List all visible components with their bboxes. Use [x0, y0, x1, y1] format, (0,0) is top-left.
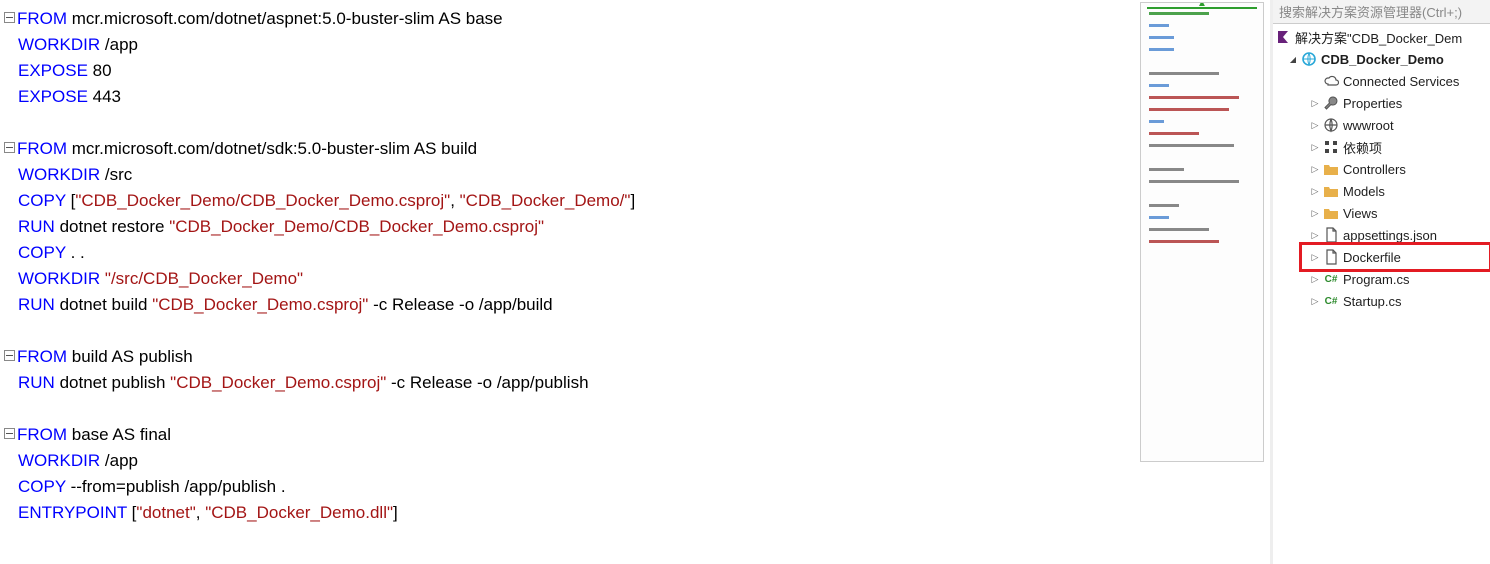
code-line[interactable]: FROM base AS final	[4, 422, 1140, 448]
code-line[interactable]: RUN dotnet publish "CDB_Docker_Demo.cspr…	[4, 370, 1140, 396]
code-line[interactable]: WORKDIR /src	[4, 162, 1140, 188]
code-editor[interactable]: FROM mcr.microsoft.com/dotnet/aspnet:5.0…	[0, 0, 1140, 564]
fold-icon[interactable]	[4, 428, 15, 439]
tree-item-appsettings-json[interactable]: appsettings.json	[1273, 224, 1490, 246]
tree-item-label: Program.cs	[1343, 272, 1409, 287]
tree-item-label: Dockerfile	[1343, 250, 1401, 265]
code-line[interactable]: FROM build AS publish	[4, 344, 1140, 370]
cloud-icon	[1323, 73, 1339, 89]
tree-item-label: Startup.cs	[1343, 294, 1402, 309]
project-icon	[1301, 51, 1317, 67]
solution-row[interactable]: 解决方案"CDB_Docker_Dem	[1273, 26, 1490, 48]
expand-icon[interactable]	[1309, 186, 1321, 197]
tree-item-views[interactable]: Views	[1273, 202, 1490, 224]
tree-item-wwwroot[interactable]: wwwroot	[1273, 114, 1490, 136]
tree-item-label: Properties	[1343, 96, 1402, 111]
tree-item-startup-cs[interactable]: C# Startup.cs	[1273, 290, 1490, 312]
expand-icon[interactable]	[1309, 252, 1321, 263]
tree-item-connected-services[interactable]: Connected Services	[1273, 70, 1490, 92]
project-label: CDB_Docker_Demo	[1321, 52, 1444, 67]
expand-icon[interactable]	[1309, 296, 1321, 307]
code-line[interactable]: COPY --from=publish /app/publish .	[4, 474, 1140, 500]
expand-icon[interactable]	[1309, 274, 1321, 285]
code-line[interactable]: WORKDIR /app	[4, 32, 1140, 58]
cs-icon: C#	[1323, 271, 1339, 287]
code-line[interactable]: RUN dotnet restore "CDB_Docker_Demo/CDB_…	[4, 214, 1140, 240]
folder-icon	[1323, 205, 1339, 221]
code-line[interactable]: EXPOSE 443	[4, 84, 1140, 110]
tree-item-properties[interactable]: Properties	[1273, 92, 1490, 114]
folder-icon	[1323, 161, 1339, 177]
code-line[interactable]	[4, 110, 1140, 136]
code-line[interactable]: WORKDIR /app	[4, 448, 1140, 474]
fold-icon[interactable]	[4, 142, 15, 153]
code-line[interactable]: COPY ["CDB_Docker_Demo/CDB_Docker_Demo.c…	[4, 188, 1140, 214]
project-row[interactable]: CDB_Docker_Demo	[1273, 48, 1490, 70]
cs-icon: C#	[1323, 293, 1339, 309]
tree-item-models[interactable]: Models	[1273, 180, 1490, 202]
tree-item-label: 依赖项	[1343, 138, 1382, 157]
file-icon	[1323, 227, 1339, 243]
file-icon	[1323, 249, 1339, 265]
minimap[interactable]: ▲	[1140, 2, 1264, 462]
tree-item-controllers[interactable]: Controllers	[1273, 158, 1490, 180]
code-line[interactable]: ENTRYPOINT ["dotnet", "CDB_Docker_Demo.d…	[4, 500, 1140, 526]
expand-icon[interactable]	[1309, 164, 1321, 175]
dep-icon	[1323, 139, 1339, 155]
globe-icon	[1323, 117, 1339, 133]
tree-item-label: Controllers	[1343, 162, 1406, 177]
folder-icon	[1323, 183, 1339, 199]
tree-item-label: wwwroot	[1343, 118, 1394, 133]
tree-item--[interactable]: 依赖项	[1273, 136, 1490, 158]
code-line[interactable]: RUN dotnet build "CDB_Docker_Demo.csproj…	[4, 292, 1140, 318]
code-line[interactable]: FROM mcr.microsoft.com/dotnet/aspnet:5.0…	[4, 6, 1140, 32]
solution-explorer-panel: 搜索解决方案资源管理器(Ctrl+;) 解决方案"CDB_Docker_Dem …	[1270, 0, 1490, 564]
wrench-icon	[1323, 95, 1339, 111]
code-line[interactable]	[4, 318, 1140, 344]
code-line[interactable]: COPY . .	[4, 240, 1140, 266]
tree-item-program-cs[interactable]: C# Program.cs	[1273, 268, 1490, 290]
expand-icon[interactable]	[1287, 54, 1299, 65]
tree-item-label: appsettings.json	[1343, 228, 1437, 243]
code-line[interactable]: WORKDIR "/src/CDB_Docker_Demo"	[4, 266, 1140, 292]
solution-search-input[interactable]: 搜索解决方案资源管理器(Ctrl+;)	[1273, 0, 1490, 24]
expand-icon[interactable]	[1309, 230, 1321, 241]
solution-label: 解决方案"CDB_Docker_Dem	[1295, 28, 1462, 47]
fold-icon[interactable]	[4, 12, 15, 23]
code-line[interactable]	[4, 396, 1140, 422]
tree-item-dockerfile[interactable]: Dockerfile	[1273, 246, 1490, 268]
fold-icon[interactable]	[4, 350, 15, 361]
expand-icon[interactable]	[1309, 120, 1321, 131]
expand-icon[interactable]	[1309, 142, 1321, 153]
expand-icon[interactable]	[1309, 208, 1321, 219]
tree-item-label: Connected Services	[1343, 74, 1459, 89]
code-line[interactable]: EXPOSE 80	[4, 58, 1140, 84]
code-line[interactable]: FROM mcr.microsoft.com/dotnet/sdk:5.0-bu…	[4, 136, 1140, 162]
expand-icon[interactable]	[1309, 98, 1321, 109]
tree-item-label: Models	[1343, 184, 1385, 199]
vs-solution-icon	[1275, 29, 1291, 45]
tree-item-label: Views	[1343, 206, 1377, 221]
